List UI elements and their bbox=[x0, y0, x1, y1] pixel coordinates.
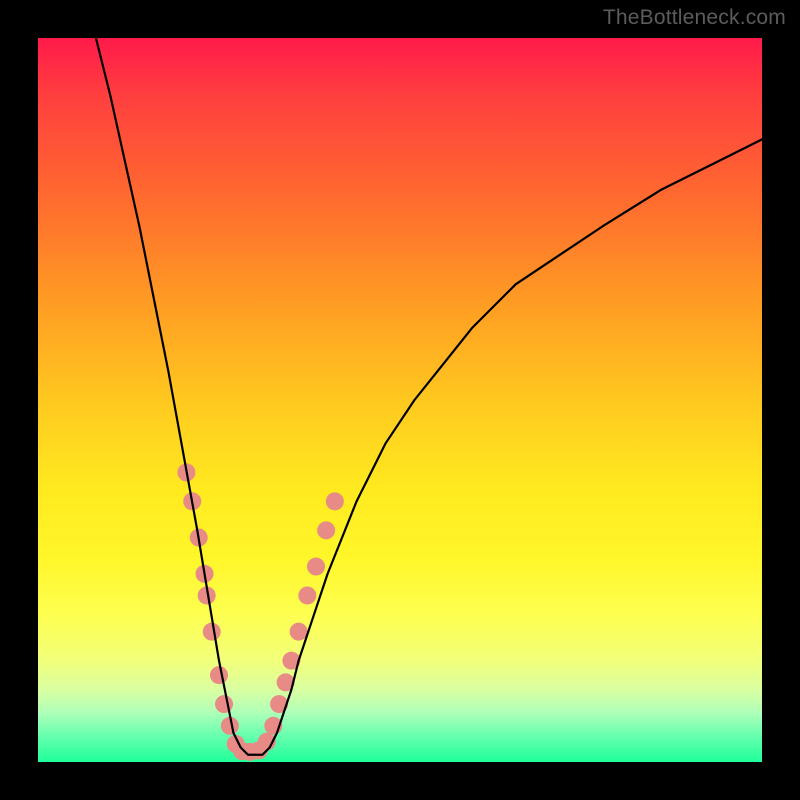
curve-layer bbox=[38, 38, 762, 762]
sample-dot bbox=[203, 623, 221, 641]
sample-dot bbox=[290, 623, 308, 641]
watermark-text: TheBottleneck.com bbox=[603, 6, 786, 30]
sample-dots bbox=[177, 463, 343, 760]
chart-frame: TheBottleneck.com bbox=[0, 0, 800, 800]
sample-dot bbox=[215, 695, 233, 713]
bottleneck-curve bbox=[96, 38, 762, 755]
sample-dot bbox=[210, 666, 228, 684]
sample-dot bbox=[317, 521, 335, 539]
sample-dot bbox=[326, 492, 344, 510]
plot-area bbox=[38, 38, 762, 762]
sample-dot bbox=[298, 586, 316, 604]
sample-dot bbox=[307, 558, 325, 576]
